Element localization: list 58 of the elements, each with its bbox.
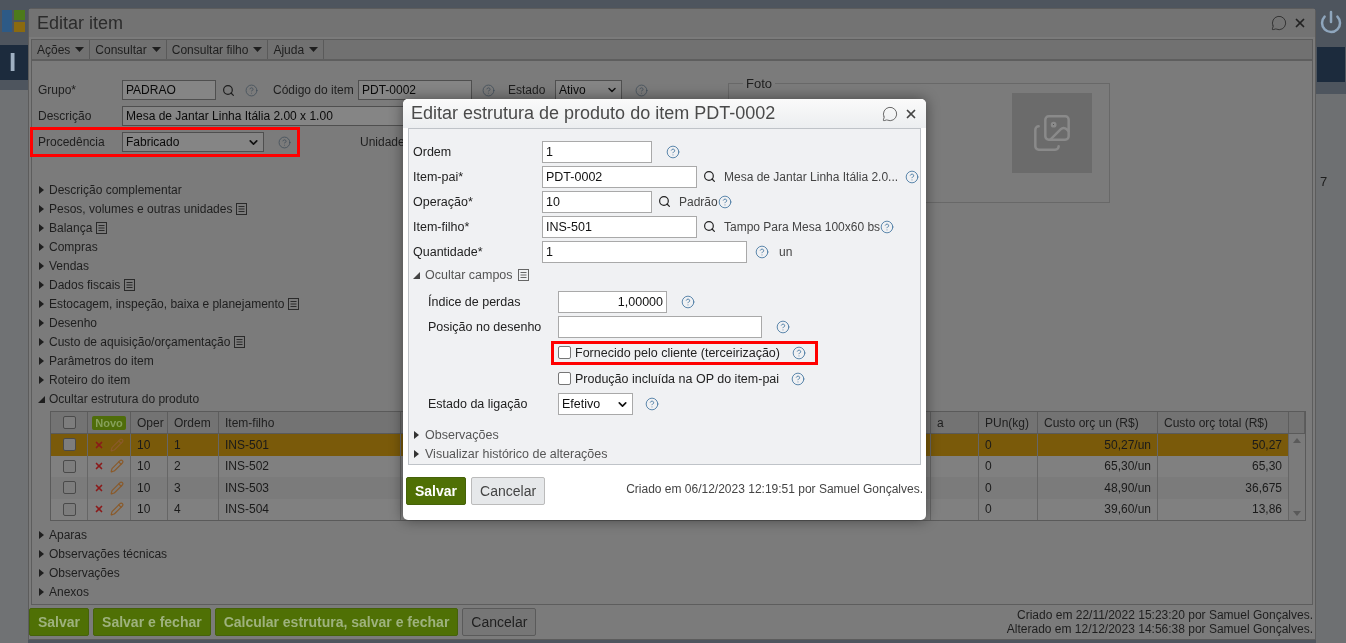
table-cell: 0 (985, 437, 992, 452)
count-fragment: 7 (1320, 174, 1328, 189)
table-cell: 13,86 (1251, 502, 1282, 517)
description-text: Padrão (679, 194, 718, 209)
table-cell: 3 (174, 480, 181, 495)
table-cell: INS-501 (225, 437, 270, 452)
column-header: Oper (137, 415, 164, 430)
table-cell: 2 (174, 459, 181, 474)
field-label: Unidade (360, 135, 406, 149)
table-cell: 10 (137, 502, 151, 517)
field-label: Grupo* (38, 83, 78, 97)
table-cell: 50,27 (1251, 437, 1282, 452)
table-cell: INS-502 (225, 459, 270, 474)
audit-text: Criado em 22/11/2022 15:23:20 por Samuel Gonçalves. (1017, 608, 1313, 622)
table-cell: 1 (174, 437, 181, 452)
field-label: Posição no desenho (428, 320, 543, 335)
table-cell: 65,30 (1251, 459, 1282, 474)
table-cell: 65,30/un (1104, 459, 1151, 474)
table-cell: 10 (137, 459, 151, 474)
field-label: Estado da ligação (428, 397, 529, 412)
field-label: Quantidade* (413, 244, 484, 259)
table-cell: INS-504 (225, 502, 270, 517)
table-cell: 48,90/un (1104, 480, 1151, 495)
column-header: Item-filho (225, 415, 275, 430)
field-label: Descrição (38, 109, 93, 123)
audit-text: Alterado em 12/12/2023 14:56:38 por Samuel Gonçalves. (1006, 622, 1313, 636)
title-fragment: I (9, 47, 17, 78)
table-cell: 39,60/un (1104, 502, 1151, 517)
table-cell: 10 (137, 480, 151, 495)
table-cell: 0 (985, 502, 992, 517)
window-title: Editar item (37, 12, 124, 34)
panel-legend: Foto (743, 76, 775, 91)
field-label: Estado (508, 83, 547, 97)
table-cell: INS-503 (225, 480, 270, 495)
field-label: Índice de perdas (428, 295, 522, 310)
field-label: Item-filho* (413, 219, 471, 234)
field-label: Procedência (38, 135, 106, 149)
column-header: Custo orç total (R$) (1164, 415, 1269, 430)
description-text: Tampo Para Mesa 100x60 bs (724, 219, 881, 234)
column-header: Custo orç un (R$) (1044, 415, 1139, 430)
field-label: Item-pai* (413, 169, 465, 184)
field-label: Ordem (413, 144, 453, 159)
field-label: Código do item (273, 83, 355, 97)
table-cell: 4 (174, 502, 181, 517)
unit-text: un (779, 244, 793, 259)
checkbox-label: Fornecido pelo cliente (terceirização) (575, 345, 780, 360)
field-label: Operação* (413, 194, 474, 209)
description-text: Mesa de Jantar Linha Itália 2.0... (724, 169, 899, 184)
column-header: Ordem (174, 415, 211, 430)
table-cell: 0 (985, 459, 992, 474)
table-cell: 0 (985, 480, 992, 495)
table-cell: 10 (137, 437, 151, 452)
table-cell: 50,27/un (1104, 437, 1151, 452)
column-header: a (937, 415, 944, 430)
checkbox-label: Produção incluída na OP do item-pai (575, 371, 780, 386)
table-cell: 36,675 (1245, 480, 1282, 495)
created-text: Criado em 06/12/2023 12:19:51 por Samuel Gonçalves. (626, 482, 923, 496)
column-header: PUn(kg) (985, 415, 1029, 430)
